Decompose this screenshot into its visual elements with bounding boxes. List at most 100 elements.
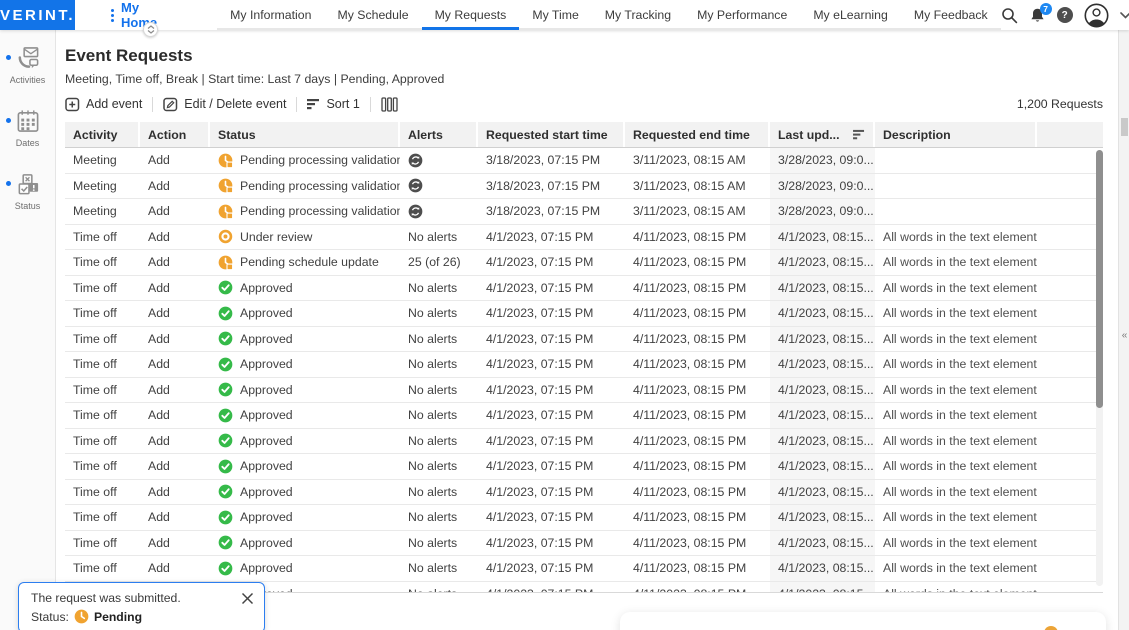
table-row[interactable]: Time off Add Approved No alerts 4/1/2023… xyxy=(65,505,1103,531)
column-header-action[interactable]: Action xyxy=(140,122,210,147)
cell-requested-end: 4/11/2023, 08:15 PM xyxy=(625,582,770,594)
table-row[interactable]: Meeting Add Pending processing validatio… xyxy=(65,148,1103,174)
cell-last-updated: 4/1/2023, 08:15... xyxy=(770,327,875,352)
cell-action: Add xyxy=(140,480,210,505)
columns-button[interactable] xyxy=(381,97,398,112)
column-header-requested-end[interactable]: Requested end time xyxy=(625,122,770,147)
notification-badge: 7 xyxy=(1040,3,1052,15)
cell-last-updated: 3/28/2023, 09:0... xyxy=(770,148,875,173)
toolbar-separator xyxy=(152,97,153,112)
cell-action: Add xyxy=(140,225,210,250)
tab-my-time[interactable]: My Time xyxy=(519,0,591,30)
close-toast-icon[interactable] xyxy=(241,592,254,605)
filter-sidebar: Activities Dates Status xyxy=(0,30,56,630)
cell-activity: Time off xyxy=(65,225,140,250)
sort-button[interactable]: Sort 1 xyxy=(307,97,359,111)
cell-requested-end: 4/11/2023, 08:15 PM xyxy=(625,225,770,250)
tab-my-information[interactable]: My Information xyxy=(217,0,324,30)
chevron-down-icon[interactable] xyxy=(1120,12,1129,19)
table-row[interactable]: Time off Add Under review No alerts 4/1/… xyxy=(65,225,1103,251)
approved-status-icon xyxy=(218,535,233,550)
cell-alerts: No alerts xyxy=(400,454,478,479)
add-event-button[interactable]: Add event xyxy=(65,97,142,112)
collapse-header-button[interactable] xyxy=(143,22,158,37)
cell-last-updated: 4/1/2023, 08:15... xyxy=(770,556,875,581)
requests-table: Activity Action Status Alerts Requested … xyxy=(65,122,1103,593)
cell-requested-start: 4/1/2023, 07:15 PM xyxy=(478,531,625,556)
table-row[interactable]: Time off Add Approved No alerts 4/1/2023… xyxy=(65,454,1103,480)
requests-count: 1,200 Requests xyxy=(1017,97,1103,111)
kebab-menu-icon[interactable] xyxy=(111,9,114,22)
cell-alerts xyxy=(400,174,478,199)
cell-activity: Meeting xyxy=(65,174,140,199)
table-row[interactable]: Meeting Add Pending processing validatio… xyxy=(65,199,1103,225)
avatar[interactable] xyxy=(1084,3,1109,28)
cell-requested-start: 4/1/2023, 07:15 PM xyxy=(478,505,625,530)
cell-empty xyxy=(1037,225,1103,250)
notifications-bell-icon[interactable]: 7 xyxy=(1029,7,1046,24)
collapsed-side-panel: « xyxy=(1118,30,1129,630)
table-row[interactable]: Time off Add Approved No alerts 4/1/2023… xyxy=(65,480,1103,506)
table-row[interactable]: Time off Add Approved No alerts 4/1/2023… xyxy=(65,531,1103,557)
expand-panel-icon[interactable]: « xyxy=(1119,330,1129,341)
tab-my-tracking[interactable]: My Tracking xyxy=(592,0,684,30)
toolbar: Add event Edit / Delete event Sort 1 1,2… xyxy=(65,93,1103,115)
cell-activity: Time off xyxy=(65,480,140,505)
sidebar-item-status[interactable]: Status xyxy=(0,172,55,211)
column-header-description[interactable]: Description xyxy=(875,122,1037,147)
table-row[interactable]: Time off Add Pending schedule update 25 … xyxy=(65,250,1103,276)
cell-activity: Time off xyxy=(65,276,140,301)
column-header-alerts[interactable]: Alerts xyxy=(400,122,478,147)
cell-last-updated: 4/1/2023, 08:15 xyxy=(770,582,875,594)
edit-delete-event-button[interactable]: Edit / Delete event xyxy=(163,97,286,112)
cell-requested-start: 4/1/2023, 07:15 PM xyxy=(478,403,625,428)
sidebar-item-dates[interactable]: Dates xyxy=(0,109,55,148)
table-scrollbar-thumb[interactable] xyxy=(1096,150,1103,408)
cell-action: Add xyxy=(140,327,210,352)
column-header-status[interactable]: Status xyxy=(210,122,400,147)
cell-empty xyxy=(1037,556,1103,581)
table-row[interactable]: Time off Add Approved No alerts 4/1/2023… xyxy=(65,556,1103,582)
tab-my-requests[interactable]: My Requests xyxy=(422,0,520,30)
tab-my-schedule[interactable]: My Schedule xyxy=(324,0,421,30)
cell-last-updated: 4/1/2023, 08:15... xyxy=(770,403,875,428)
table-row[interactable]: Time off Add Approved No alerts 4/1/2023… xyxy=(65,276,1103,302)
cell-requested-end: 4/11/2023, 08:15 PM xyxy=(625,505,770,530)
table-row[interactable]: Meeting Add Pending processing validatio… xyxy=(65,174,1103,200)
cell-last-updated: 4/1/2023, 08:15... xyxy=(770,378,875,403)
cell-requested-end: 4/11/2023, 08:15 PM xyxy=(625,403,770,428)
table-row[interactable]: Time off Add Approved No alerts 4/1/2023… xyxy=(65,301,1103,327)
tab-my-performance[interactable]: My Performance xyxy=(684,0,800,30)
cell-activity: Meeting xyxy=(65,148,140,173)
tab-my-feedback[interactable]: My Feedback xyxy=(901,0,1001,30)
sidebar-item-activities[interactable]: Activities xyxy=(0,46,55,85)
sidebar-item-label: Dates xyxy=(16,138,40,148)
cell-alerts: No alerts xyxy=(400,276,478,301)
cell-last-updated: 4/1/2023, 08:15... xyxy=(770,531,875,556)
cell-status: Pending processing validations xyxy=(210,174,400,199)
cell-activity: Time off xyxy=(65,531,140,556)
cell-status: Approved xyxy=(210,531,400,556)
table-scrollbar[interactable] xyxy=(1096,150,1103,586)
active-filter-dot xyxy=(6,55,11,60)
column-header-activity[interactable]: Activity xyxy=(65,122,140,147)
status-text: Approved xyxy=(240,306,293,320)
tab-my-elearning[interactable]: My eLearning xyxy=(800,0,901,30)
cell-action: Add xyxy=(140,454,210,479)
cell-description: All words in the text element... xyxy=(875,250,1037,275)
cell-empty xyxy=(1037,148,1103,173)
page-scrollbar-thumb[interactable] xyxy=(1121,118,1128,136)
column-header-last-updated[interactable]: Last upd... xyxy=(770,122,875,147)
cell-alerts: No alerts xyxy=(400,225,478,250)
table-row[interactable]: Time off Add Approved No alerts 4/1/2023… xyxy=(65,327,1103,353)
search-icon[interactable] xyxy=(1001,7,1018,24)
table-row[interactable]: Time off Add Approved No alerts 4/1/2023… xyxy=(65,378,1103,404)
table-row[interactable]: Time off Add Approved No alerts 4/1/2023… xyxy=(65,352,1103,378)
help-icon[interactable]: ? xyxy=(1057,7,1073,23)
cell-description: All words in the text element... xyxy=(875,531,1037,556)
cell-status: Approved xyxy=(210,327,400,352)
table-row[interactable]: Time off Add Approved No alerts 4/1/2023… xyxy=(65,403,1103,429)
table-row[interactable]: Time off Add Approved No alerts 4/1/2023… xyxy=(65,429,1103,455)
approved-status-icon xyxy=(218,280,233,295)
column-header-requested-start[interactable]: Requested start time xyxy=(478,122,625,147)
